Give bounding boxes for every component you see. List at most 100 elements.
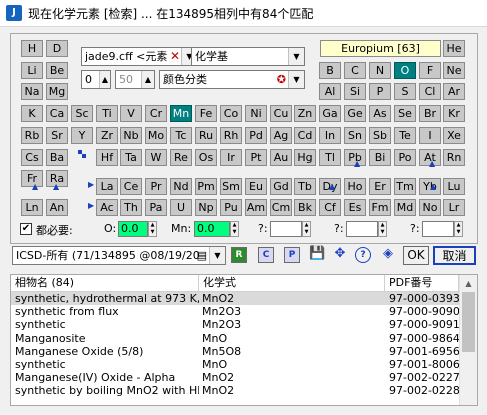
element-ru-button[interactable]: Ru: [195, 127, 217, 144]
element-po-button[interactable]: Po: [394, 149, 416, 166]
element-md-button[interactable]: Md: [394, 199, 416, 216]
q2-spinner[interactable]: ▲ ▼: [378, 221, 387, 237]
element-la-button[interactable]: La: [96, 178, 118, 195]
element-in-button[interactable]: In: [319, 127, 341, 144]
q2-fraction-field[interactable]: [346, 221, 378, 237]
calendar-icon[interactable]: ▤: [197, 247, 207, 264]
chevron-down-icon[interactable]: ▼: [288, 71, 304, 88]
column-header-formula[interactable]: 化学式: [199, 275, 385, 291]
p-filter-button[interactable]: P: [284, 247, 300, 263]
element-cd-button[interactable]: Cd: [294, 127, 316, 144]
element-b-button[interactable]: B: [319, 62, 341, 79]
element-ce-button[interactable]: Ce: [120, 178, 142, 195]
element-he-button[interactable]: He: [443, 40, 465, 57]
table-row[interactable]: synthetic, hydrothermal at 973 K, 3k...M…: [11, 292, 459, 305]
element-tc-button[interactable]: Tc: [170, 127, 192, 144]
element-tb-button[interactable]: Tb: [294, 178, 316, 195]
element-fm-button[interactable]: Fm: [369, 199, 391, 216]
element-pd-button[interactable]: Pd: [245, 127, 267, 144]
scrollbar-thumb[interactable]: [462, 292, 475, 352]
q1-spinner[interactable]: ▲ ▼: [302, 221, 311, 237]
element-o-button[interactable]: O: [394, 62, 416, 79]
chevron-down-icon[interactable]: ▼: [209, 247, 225, 264]
chevron-down-icon[interactable]: ▲: [99, 71, 110, 88]
element-ti-button[interactable]: Ti: [96, 105, 118, 122]
element-al-button[interactable]: Al: [319, 83, 341, 100]
element-nb-button[interactable]: Nb: [120, 127, 142, 144]
save-icon[interactable]: 💾: [309, 247, 325, 263]
element-os-button[interactable]: Os: [195, 149, 217, 166]
o-fraction-field[interactable]: 0.0: [118, 221, 148, 237]
column-header-phase-name[interactable]: 相物名 (84): [11, 275, 199, 291]
element-na-button[interactable]: Na: [21, 83, 43, 100]
q3-spinner[interactable]: ▲ ▼: [454, 221, 463, 237]
element-n-button[interactable]: N: [369, 62, 391, 79]
element-hf-button[interactable]: Hf: [96, 149, 118, 166]
table-row[interactable]: synthetic from flux Mn2O3 97-000-9090: [11, 305, 459, 318]
element-mn-button[interactable]: Mn: [170, 105, 192, 122]
element-bk-button[interactable]: Bk: [294, 199, 316, 216]
element-ir-button[interactable]: Ir: [220, 149, 242, 166]
element-sc-button[interactable]: Sc: [71, 105, 93, 122]
table-row[interactable]: synthetic MnO 97-001-8006: [11, 358, 459, 371]
element-as-button[interactable]: As: [369, 105, 391, 122]
element-ca-button[interactable]: Ca: [46, 105, 68, 122]
element-np-button[interactable]: Np: [195, 199, 217, 216]
search-type-combo[interactable]: 化学基 ▼: [191, 47, 305, 66]
element-cs-button[interactable]: Cs: [21, 149, 43, 166]
element-mo-button[interactable]: Mo: [145, 127, 167, 144]
element-u-button[interactable]: U: [170, 199, 192, 216]
required-checkbox[interactable]: ✔: [20, 223, 32, 235]
element-ta-button[interactable]: Ta: [120, 149, 142, 166]
element-be-button[interactable]: Be: [46, 62, 68, 79]
count-right-select[interactable]: 50 ▲: [115, 70, 155, 89]
element-ag-button[interactable]: Ag: [270, 127, 292, 144]
element-ga-button[interactable]: Ga: [319, 105, 341, 122]
element-se-button[interactable]: Se: [394, 105, 416, 122]
element-sb-button[interactable]: Sb: [369, 127, 391, 144]
c-filter-button[interactable]: C: [258, 247, 274, 263]
element-re-button[interactable]: Re: [170, 149, 192, 166]
element-pa-button[interactable]: Pa: [145, 199, 167, 216]
element-ba-button[interactable]: Ba: [46, 149, 68, 166]
chevron-down-icon[interactable]: ▼: [288, 48, 304, 65]
element-rb-button[interactable]: Rb: [21, 127, 43, 144]
element-lr-button[interactable]: Lr: [443, 199, 465, 216]
element-co-button[interactable]: Co: [220, 105, 242, 122]
table-row[interactable]: Manganese(IV) Oxide - Alpha MnO2 97-002-02…: [11, 371, 459, 384]
element-tl-button[interactable]: Tl: [319, 149, 341, 166]
element-d-button[interactable]: D: [46, 40, 68, 57]
count-left-select[interactable]: 0 ▲: [81, 70, 111, 89]
table-row[interactable]: Manganese Oxide (5/8) Mn5O8 97-001-6956: [11, 345, 459, 358]
element-eu-button[interactable]: Eu: [245, 178, 267, 195]
move-icon[interactable]: ✥: [332, 247, 348, 263]
element-lu-button[interactable]: Lu: [443, 178, 465, 195]
element-h-button[interactable]: H: [21, 40, 43, 57]
element-an-button[interactable]: An: [46, 199, 68, 216]
element-au-button[interactable]: Au: [270, 149, 292, 166]
element-rh-button[interactable]: Rh: [220, 127, 242, 144]
element-ar-button[interactable]: Ar: [443, 83, 465, 100]
help-icon[interactable]: ?: [355, 247, 371, 263]
element-kr-button[interactable]: Kr: [443, 105, 465, 122]
element-sr-button[interactable]: Sr: [46, 127, 68, 144]
element-am-button[interactable]: Am: [245, 199, 267, 216]
element-cu-button[interactable]: Cu: [270, 105, 292, 122]
element-ac-button[interactable]: Ac: [96, 199, 118, 216]
column-header-pdf-number[interactable]: PDF番号: [385, 275, 459, 291]
element-v-button[interactable]: V: [120, 105, 142, 122]
element-sn-button[interactable]: Sn: [344, 127, 366, 144]
element-w-button[interactable]: W: [145, 149, 167, 166]
element-es-button[interactable]: Es: [344, 199, 366, 216]
expand-icon[interactable]: ◈: [380, 247, 396, 263]
element-th-button[interactable]: Th: [120, 199, 142, 216]
element-y-button[interactable]: Y: [71, 127, 93, 144]
element-no-button[interactable]: No: [419, 199, 441, 216]
element-cl-button[interactable]: Cl: [419, 83, 441, 100]
element-rn-button[interactable]: Rn: [443, 149, 465, 166]
cancel-button[interactable]: 取消: [433, 246, 476, 265]
element-ho-button[interactable]: Ho: [344, 178, 366, 195]
element-pt-button[interactable]: Pt: [245, 149, 267, 166]
database-file-combo[interactable]: jade9.cff <元素 ✕ ▼: [81, 47, 198, 66]
element-hg-button[interactable]: Hg: [294, 149, 316, 166]
